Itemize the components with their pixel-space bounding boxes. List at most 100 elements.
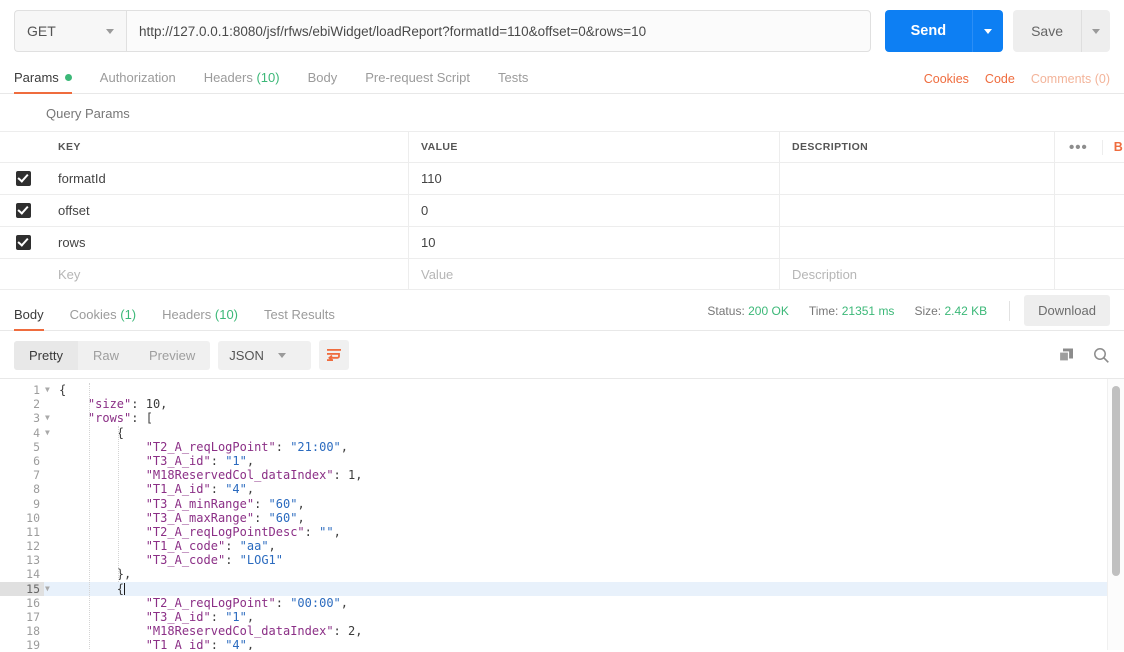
line-number: 8 <box>33 482 40 497</box>
cookies-link[interactable]: Cookies <box>924 72 969 86</box>
param-enabled-checkbox[interactable] <box>15 235 31 250</box>
http-method-select[interactable]: GET <box>14 10 126 52</box>
download-button[interactable]: Download <box>1024 295 1110 326</box>
response-tab-headers[interactable]: Headers (10) <box>162 307 238 330</box>
new-param-description-cell[interactable]: Description <box>779 258 1055 290</box>
param-key-cell[interactable]: formatId <box>46 162 409 195</box>
fold-toggle-icon[interactable]: ▼ <box>44 582 59 596</box>
copy-icon <box>1058 348 1073 362</box>
new-param-value-cell[interactable]: Value <box>408 258 780 290</box>
code-text: "rows": [ <box>87 411 153 426</box>
line-number: 16 <box>26 595 40 610</box>
code-line[interactable]: 7 "M18ReservedCol_dataIndex": 1, <box>0 468 1124 482</box>
view-mode-pretty[interactable]: Pretty <box>14 340 78 370</box>
code-line[interactable]: 9 "T3_A_minRange": "60", <box>0 497 1124 511</box>
code-line[interactable]: 17 "T3_A_id": "1", <box>0 610 1124 624</box>
status-label: Status: <box>707 303 745 318</box>
line-number: 2 <box>33 397 40 412</box>
param-value-cell[interactable]: 0 <box>408 194 780 227</box>
search-button[interactable] <box>1093 347 1110 364</box>
indent-guide <box>118 425 119 582</box>
response-format-select[interactable]: JSON <box>218 340 311 370</box>
response-tab-cookies[interactable]: Cookies (1) <box>70 307 136 330</box>
code-text: "size": 10, <box>87 397 168 412</box>
param-value-cell[interactable]: 10 <box>408 226 780 259</box>
editor-scrollbar-thumb[interactable] <box>1112 386 1120 576</box>
tab-headers[interactable]: Headers (10) <box>204 70 280 93</box>
code-line[interactable]: 4 ▼ { <box>0 426 1124 440</box>
new-param-key-placeholder: Key <box>58 266 81 282</box>
fold-toggle-icon[interactable]: ▼ <box>44 383 59 397</box>
param-enabled-checkbox[interactable] <box>15 171 31 186</box>
send-options-button[interactable] <box>972 10 1004 52</box>
code-text: "M18ReservedCol_dataIndex": 2, <box>145 624 363 639</box>
code-line[interactable]: 1 ▼{ <box>0 383 1124 397</box>
new-param-description-placeholder: Description <box>792 266 858 282</box>
code-text: "T3_A_minRange": "60", <box>145 496 305 511</box>
param-enabled-checkbox[interactable] <box>15 203 31 218</box>
chevron-down-icon <box>1092 28 1100 34</box>
response-body-editor[interactable]: 1 ▼{2 "size": 10, 3 ▼ "rows": [4 ▼ {5 "T2_A_… <box>0 378 1124 650</box>
code-line[interactable]: 15 ▼ { <box>0 581 1124 596</box>
line-number: 7 <box>33 468 40 483</box>
response-tab-body[interactable]: Body <box>14 307 44 331</box>
code-line[interactable]: 5 "T2_A_reqLogPoint": "21:00", <box>0 440 1124 454</box>
code-line[interactable]: 3 ▼ "rows": [ <box>0 411 1124 425</box>
code-line[interactable]: 6 "T3_A_id": "1", <box>0 454 1124 468</box>
code-line[interactable]: 13 "T3_A_code": "LOG1" <box>0 553 1124 567</box>
code-text: }, <box>116 567 132 582</box>
line-number: 3 <box>33 411 40 426</box>
new-param-key-cell[interactable]: Key <box>46 258 409 290</box>
fold-toggle-icon[interactable]: ▼ <box>44 426 59 440</box>
http-method-label: GET <box>27 23 56 39</box>
param-value-cell[interactable]: 110 <box>408 162 780 195</box>
table-row-placeholder: Key Value Description <box>0 258 1124 290</box>
tab-headers-label: Headers <box>203 70 253 85</box>
copy-to-clipboard-button[interactable] <box>1058 347 1075 364</box>
fold-toggle-icon[interactable]: ▼ <box>44 411 59 425</box>
code-line[interactable]: 2 "size": 10, <box>0 397 1124 411</box>
code-line[interactable]: 19 "T1_A_id": "4", <box>0 638 1124 650</box>
word-wrap-toggle[interactable] <box>318 340 349 370</box>
code-line[interactable]: 10 "T3_A_maxRange": "60", <box>0 511 1124 525</box>
param-description-cell[interactable] <box>779 226 1055 259</box>
query-params-title: Query Params <box>46 106 130 121</box>
param-description-cell[interactable] <box>779 194 1055 227</box>
view-mode-raw[interactable]: Raw <box>78 341 134 370</box>
response-tabs: Body Cookies (1) Headers (10) Test Resul… <box>14 307 361 331</box>
tab-tests[interactable]: Tests <box>498 70 528 93</box>
query-params-table: KEY VALUE DESCRIPTION ••• Bulk Edit form… <box>0 131 1124 290</box>
tab-pre-request-script[interactable]: Pre-request Script <box>365 70 470 93</box>
tab-params[interactable]: Params <box>14 70 72 94</box>
code-line[interactable]: 18 "M18ReservedCol_dataIndex": 2, <box>0 624 1124 638</box>
table-row: rows 10 <box>0 226 1124 259</box>
bulk-edit-button[interactable]: Bulk Edit <box>1103 140 1124 154</box>
json-code[interactable]: 1 ▼{2 "size": 10, 3 ▼ "rows": [4 ▼ {5 "T2_A_… <box>0 379 1124 650</box>
code-text: "T2_A_reqLogPointDesc": "", <box>145 524 341 539</box>
response-tabs-row: Body Cookies (1) Headers (10) Test Resul… <box>0 295 1124 331</box>
line-number: 12 <box>26 539 40 554</box>
code-line[interactable]: 14 }, <box>0 567 1124 581</box>
code-line[interactable]: 11 "T2_A_reqLogPointDesc": "", <box>0 525 1124 539</box>
save-button[interactable]: Save <box>1013 10 1081 52</box>
param-key-cell[interactable]: rows <box>46 226 409 259</box>
editor-scrollbar-track[interactable] <box>1107 379 1124 650</box>
code-line[interactable]: 16 "T2_A_reqLogPoint": "00:00", <box>0 596 1124 610</box>
tab-body[interactable]: Body <box>308 70 338 93</box>
save-options-button[interactable] <box>1081 10 1110 52</box>
param-description-cell[interactable] <box>779 162 1055 195</box>
send-button[interactable]: Send <box>884 10 973 52</box>
line-number: 14 <box>26 567 40 582</box>
code-line[interactable]: 8 "T1_A_id": "4", <box>0 482 1124 496</box>
code-link[interactable]: Code <box>985 72 1015 86</box>
response-tab-test-results[interactable]: Test Results <box>264 307 335 330</box>
view-mode-preview[interactable]: Preview <box>134 341 210 370</box>
code-line[interactable]: 12 "T1_A_code": "aa", <box>0 539 1124 553</box>
param-key-cell[interactable]: offset <box>46 194 409 227</box>
new-param-value-placeholder: Value <box>421 266 454 282</box>
comments-link[interactable]: Comments (0) <box>1031 72 1110 86</box>
url-input[interactable]: http://127.0.0.1:8080/jsf/rfws/ebiWidget… <box>126 10 871 52</box>
request-tabs: Params Authorization Headers (10) Body P… <box>14 62 556 94</box>
tab-authorization[interactable]: Authorization <box>100 70 176 93</box>
more-options-icon[interactable]: ••• <box>1056 139 1103 155</box>
